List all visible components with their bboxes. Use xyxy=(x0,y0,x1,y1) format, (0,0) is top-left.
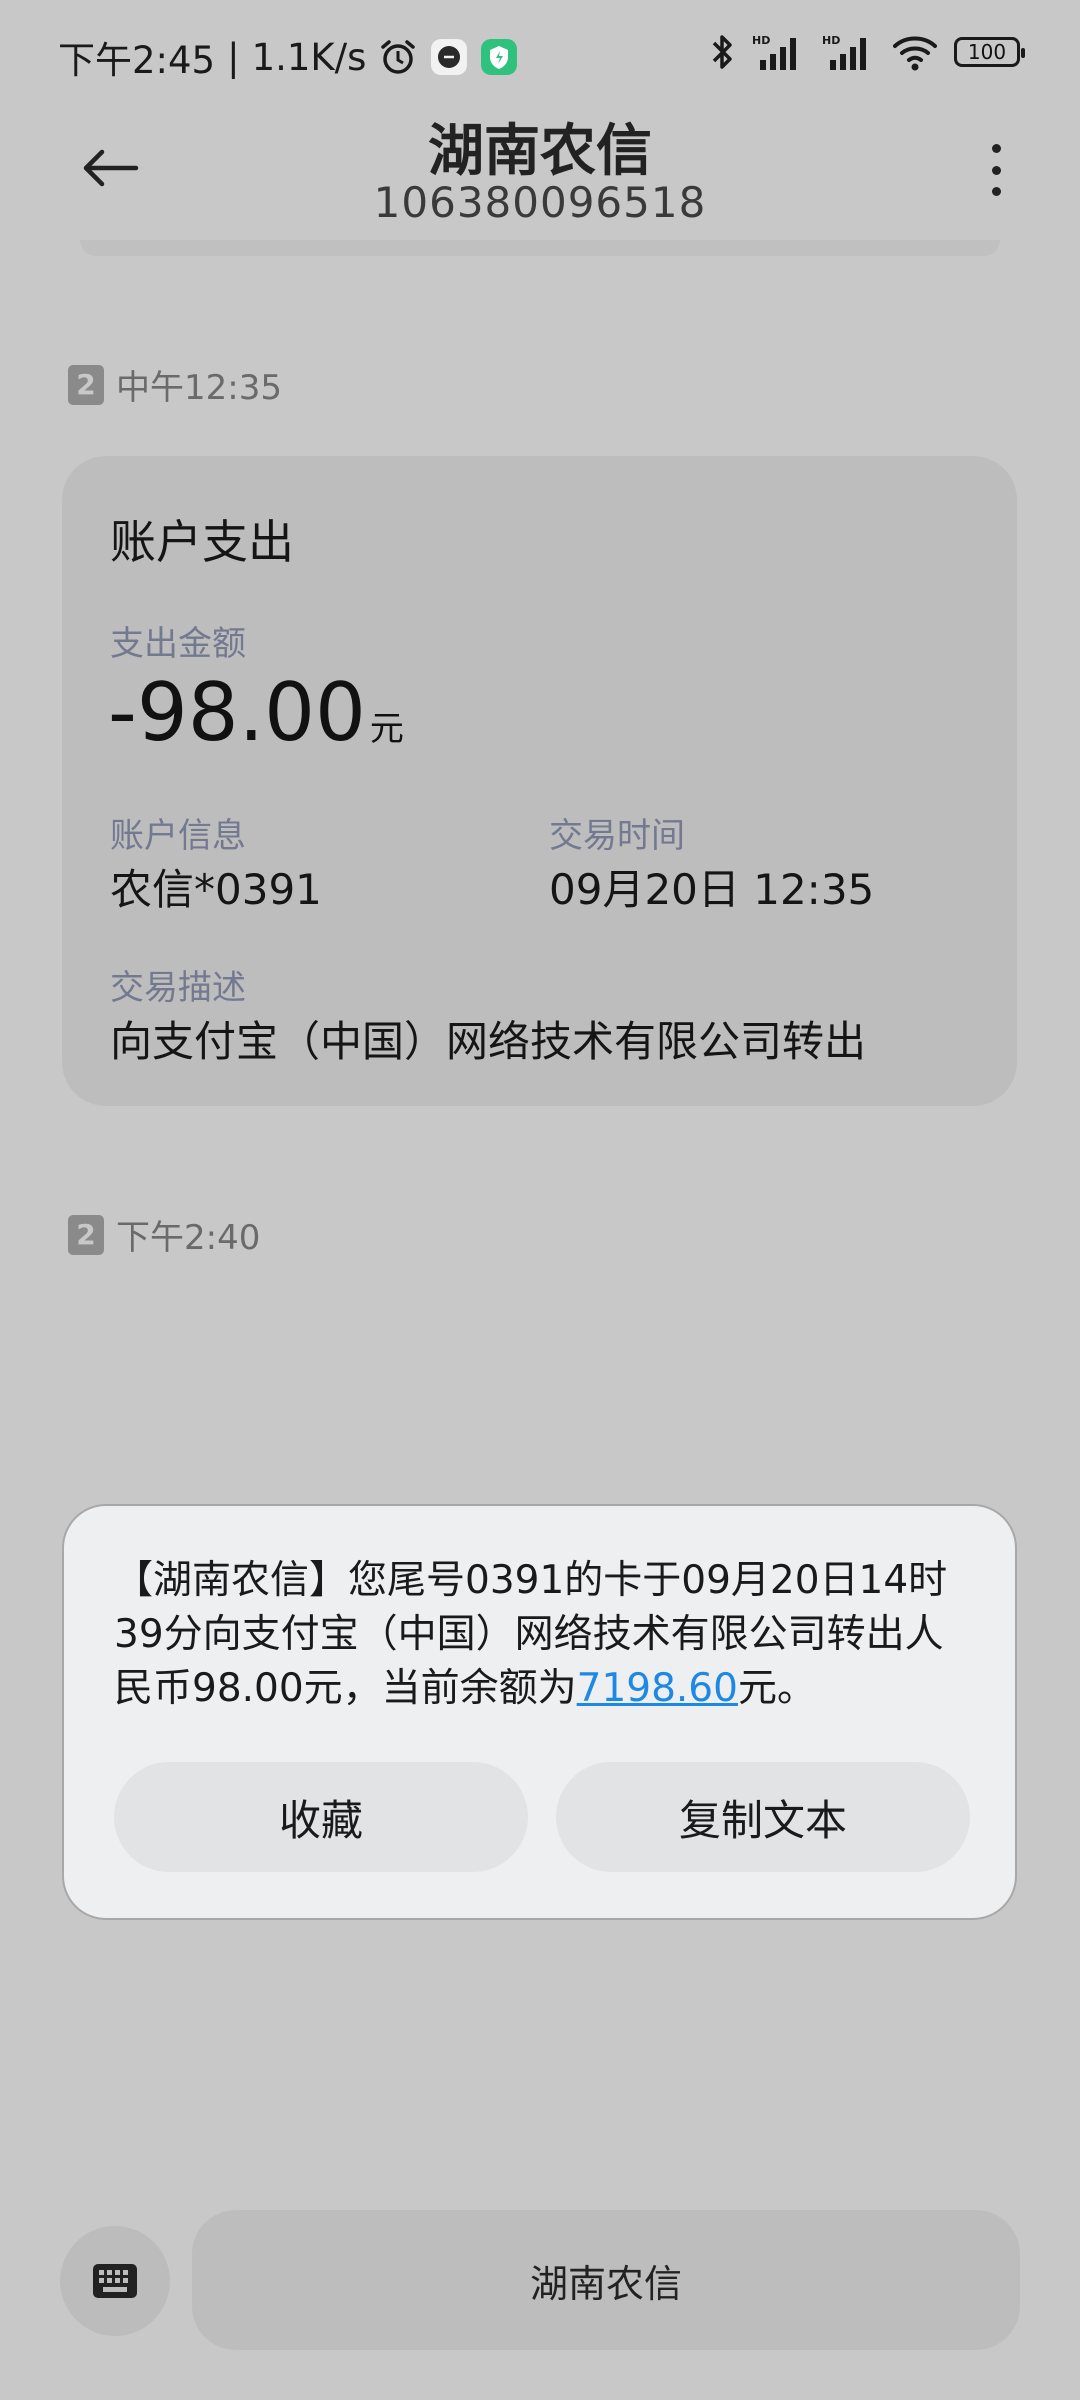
description-value: 向支付宝（中国）网络技术有限公司转出 xyxy=(110,1017,867,1066)
page-title: 湖南农信 xyxy=(428,119,652,184)
amount-value: -98.00 元 xyxy=(108,666,404,759)
message-text-end: 元。 xyxy=(737,1666,816,1711)
amount-label: 支出金额 xyxy=(110,624,246,664)
more-vertical-icon xyxy=(991,144,1001,153)
more-options-button[interactable] xyxy=(976,138,1016,202)
sender-number: 106380096518 xyxy=(373,178,707,227)
message-timestamp: 2 下午2:40 xyxy=(68,1210,260,1259)
conversation-header: 湖南农信 106380096518 xyxy=(0,100,1080,250)
bluetooth-icon xyxy=(710,32,736,72)
message-text: 【湖南农信】您尾号0391的卡于09月20日14时39分向支付宝（中国）网络技术… xyxy=(114,1558,948,1711)
sim-card-icon: 2 xyxy=(68,364,104,405)
shield-app-icon xyxy=(480,38,518,76)
amount-unit: 元 xyxy=(369,709,404,749)
status-bar: 下午2:45 | 1.1K/s HD HD 100 xyxy=(0,0,1080,110)
battery-icon: 100 xyxy=(954,37,1025,67)
svg-text:HD: HD xyxy=(752,34,770,47)
message-body: 【湖南农信】您尾号0391的卡于09月20日14时39分向支付宝（中国）网络技术… xyxy=(114,1554,974,1716)
balance-link[interactable]: 7198.60 xyxy=(577,1666,738,1711)
app-icon xyxy=(430,38,468,76)
keyboard-icon xyxy=(93,2264,137,2298)
description-label: 交易描述 xyxy=(110,968,246,1008)
amount-number: -98.00 xyxy=(108,666,366,759)
alarm-icon xyxy=(378,37,418,77)
time-value: 09月20日 12:35 xyxy=(549,865,875,914)
battery-level: 100 xyxy=(967,40,1007,64)
time-label: 交易时间 xyxy=(549,816,685,856)
copy-text-button[interactable]: 复制文本 xyxy=(556,1762,970,1872)
account-label: 账户信息 xyxy=(110,816,246,856)
status-left: 下午2:45 | 1.1K/s xyxy=(58,30,518,84)
status-time: 下午2:45 xyxy=(58,39,216,82)
signal-hd-icon: HD xyxy=(822,32,876,72)
message-timestamp: 2 中午12:35 xyxy=(68,360,282,409)
more-dot xyxy=(991,187,1001,196)
status-net-speed: 1.1K/s xyxy=(251,35,367,79)
account-value: 农信*0391 xyxy=(110,865,322,914)
previous-message-edge xyxy=(80,240,1000,256)
sim-card-icon: 2 xyxy=(68,1214,104,1255)
signal-hd-icon: HD xyxy=(752,32,806,72)
keyboard-button[interactable] xyxy=(60,2226,170,2336)
menu-bar[interactable]: 湖南农信 xyxy=(192,2210,1020,2350)
transaction-card[interactable]: 账户支出 支出金额 -98.00 元 账户信息 农信*0391 交易时间 09月… xyxy=(62,456,1017,1106)
timestamp-text: 下午2:40 xyxy=(116,1218,261,1258)
favorite-button[interactable]: 收藏 xyxy=(114,1762,528,1872)
status-right: HD HD 100 xyxy=(710,32,1025,72)
message-action-dialog: 【湖南农信】您尾号0391的卡于09月20日14时39分向支付宝（中国）网络技术… xyxy=(62,1504,1017,1920)
svg-text:HD: HD xyxy=(822,34,840,47)
timestamp-text: 中午12:35 xyxy=(116,368,282,408)
status-separator: | xyxy=(227,35,240,79)
card-title: 账户支出 xyxy=(110,515,294,569)
menu-bar-label: 湖南农信 xyxy=(529,2261,682,2306)
more-dot xyxy=(991,165,1001,175)
wifi-icon xyxy=(892,32,938,72)
